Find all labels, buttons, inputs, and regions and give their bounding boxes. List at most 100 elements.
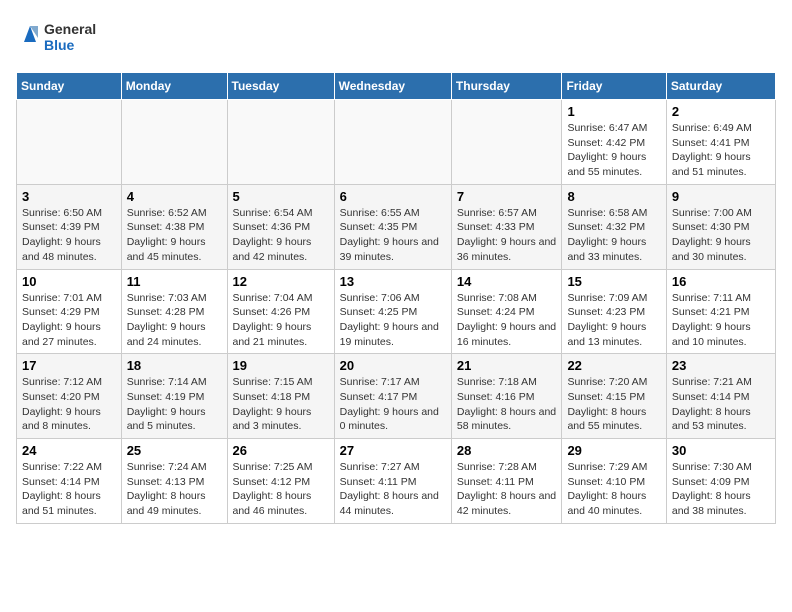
day-number: 23 <box>672 358 770 373</box>
calendar-header-cell: Thursday <box>451 73 562 100</box>
calendar-header-cell: Monday <box>121 73 227 100</box>
day-number: 15 <box>567 274 660 289</box>
day-info: Sunrise: 7:11 AMSunset: 4:21 PMDaylight:… <box>672 291 770 350</box>
day-info: Sunrise: 7:17 AMSunset: 4:17 PMDaylight:… <box>340 375 446 434</box>
calendar-day-cell: 18 Sunrise: 7:14 AMSunset: 4:19 PMDayligh… <box>121 354 227 439</box>
day-number: 7 <box>457 189 557 204</box>
calendar-day-cell: 8Sunrise: 6:58 AMSunset: 4:32 PMDaylight… <box>562 184 666 269</box>
day-info: Sunrise: 7:08 AMSunset: 4:24 PMDaylight:… <box>457 291 557 350</box>
day-info: Sunrise: 7:30 AMSunset: 4:09 PMDaylight:… <box>672 460 770 519</box>
calendar-day-cell: 20 Sunrise: 7:17 AMSunset: 4:17 PMDayligh… <box>334 354 451 439</box>
day-info: Sunrise: 7:21 AMSunset: 4:14 PMDaylight:… <box>672 375 770 434</box>
day-info: Sunrise: 6:54 AMSunset: 4:36 PMDaylight:… <box>233 206 329 265</box>
day-number: 13 <box>340 274 446 289</box>
calendar-day-cell: 13Sunrise: 7:06 AMSunset: 4:25 PMDayligh… <box>334 269 451 354</box>
day-number: 12 <box>233 274 329 289</box>
calendar-day-cell: 25Sunrise: 7:24 AMSunset: 4:13 PMDayligh… <box>121 439 227 524</box>
day-info: Sunrise: 7:01 AMSunset: 4:29 PMDaylight:… <box>22 291 116 350</box>
calendar-day-cell: 9Sunrise: 7:00 AMSunset: 4:30 PMDaylight… <box>666 184 775 269</box>
day-info: Sunrise: 7:09 AMSunset: 4:23 PMDaylight:… <box>567 291 660 350</box>
calendar-day-cell: 16 Sunrise: 7:11 AMSunset: 4:21 PMDayligh… <box>666 269 775 354</box>
day-info: Sunrise: 6:50 AMSunset: 4:39 PMDaylight:… <box>22 206 116 265</box>
day-info: Sunrise: 7:29 AMSunset: 4:10 PMDaylight:… <box>567 460 660 519</box>
day-info: Sunrise: 6:49 AMSunset: 4:41 PMDaylight:… <box>672 121 770 180</box>
day-number: 29 <box>567 443 660 458</box>
day-number: 28 <box>457 443 557 458</box>
calendar-week-row: 1Sunrise: 6:47 AMSunset: 4:42 PMDaylight… <box>17 100 776 185</box>
calendar-day-cell: 19Sunrise: 7:15 AMSunset: 4:18 PMDayligh… <box>227 354 334 439</box>
day-number: 8 <box>567 189 660 204</box>
calendar-day-cell: 5 Sunrise: 6:54 AMSunset: 4:36 PMDaylight… <box>227 184 334 269</box>
logo-svg: General Blue <box>16 16 106 60</box>
calendar-week-row: 10 Sunrise: 7:01 AMSunset: 4:29 PMDayligh… <box>17 269 776 354</box>
calendar-day-cell <box>227 100 334 185</box>
day-info: Sunrise: 6:47 AMSunset: 4:42 PMDaylight:… <box>567 121 660 180</box>
calendar-day-cell: 27 Sunrise: 7:27 AMSunset: 4:11 PMDayligh… <box>334 439 451 524</box>
day-info: Sunrise: 7:20 AMSunset: 4:15 PMDaylight:… <box>567 375 660 434</box>
calendar-header-row: SundayMondayTuesdayWednesdayThursdayFrid… <box>17 73 776 100</box>
day-number: 2 <box>672 104 770 119</box>
svg-text:General: General <box>44 21 96 37</box>
calendar-table: SundayMondayTuesdayWednesdayThursdayFrid… <box>16 72 776 524</box>
calendar-day-cell: 23 Sunrise: 7:21 AMSunset: 4:14 PMDayligh… <box>666 354 775 439</box>
day-number: 6 <box>340 189 446 204</box>
day-number: 10 <box>22 274 116 289</box>
calendar-day-cell <box>451 100 562 185</box>
day-number: 19 <box>233 358 329 373</box>
logo: General Blue <box>16 16 106 60</box>
day-number: 5 <box>233 189 329 204</box>
calendar-day-cell: 15 Sunrise: 7:09 AMSunset: 4:23 PMDayligh… <box>562 269 666 354</box>
calendar-day-cell: 21 Sunrise: 7:18 AMSunset: 4:16 PMDayligh… <box>451 354 562 439</box>
calendar-day-cell <box>17 100 122 185</box>
calendar-day-cell: 22 Sunrise: 7:20 AMSunset: 4:15 PMDayligh… <box>562 354 666 439</box>
calendar-body: 1Sunrise: 6:47 AMSunset: 4:42 PMDaylight… <box>17 100 776 524</box>
calendar-header-cell: Wednesday <box>334 73 451 100</box>
day-number: 3 <box>22 189 116 204</box>
day-number: 24 <box>22 443 116 458</box>
calendar-header-cell: Saturday <box>666 73 775 100</box>
day-info: Sunrise: 7:18 AMSunset: 4:16 PMDaylight:… <box>457 375 557 434</box>
calendar-day-cell: 29 Sunrise: 7:29 AMSunset: 4:10 PMDayligh… <box>562 439 666 524</box>
calendar-week-row: 24 Sunrise: 7:22 AMSunset: 4:14 PMDayligh… <box>17 439 776 524</box>
day-info: Sunrise: 7:22 AMSunset: 4:14 PMDaylight:… <box>22 460 116 519</box>
svg-text:Blue: Blue <box>44 37 75 53</box>
day-number: 14 <box>457 274 557 289</box>
calendar-header-cell: Tuesday <box>227 73 334 100</box>
day-number: 21 <box>457 358 557 373</box>
day-info: Sunrise: 7:28 AMSunset: 4:11 PMDaylight:… <box>457 460 557 519</box>
day-info: Sunrise: 7:12 AMSunset: 4:20 PMDaylight:… <box>22 375 116 434</box>
day-info: Sunrise: 6:55 AMSunset: 4:35 PMDaylight:… <box>340 206 446 265</box>
page-header: General Blue <box>16 16 776 60</box>
calendar-week-row: 17 Sunrise: 7:12 AMSunset: 4:20 PMDayligh… <box>17 354 776 439</box>
day-number: 9 <box>672 189 770 204</box>
calendar-day-cell: 7 Sunrise: 6:57 AMSunset: 4:33 PMDaylight… <box>451 184 562 269</box>
day-number: 18 <box>127 358 222 373</box>
day-number: 20 <box>340 358 446 373</box>
day-number: 17 <box>22 358 116 373</box>
day-info: Sunrise: 7:04 AMSunset: 4:26 PMDaylight:… <box>233 291 329 350</box>
day-number: 22 <box>567 358 660 373</box>
day-info: Sunrise: 7:25 AMSunset: 4:12 PMDaylight:… <box>233 460 329 519</box>
calendar-week-row: 3 Sunrise: 6:50 AMSunset: 4:39 PMDaylight… <box>17 184 776 269</box>
calendar-day-cell: 14 Sunrise: 7:08 AMSunset: 4:24 PMDayligh… <box>451 269 562 354</box>
calendar-day-cell: 1Sunrise: 6:47 AMSunset: 4:42 PMDaylight… <box>562 100 666 185</box>
day-number: 16 <box>672 274 770 289</box>
day-number: 4 <box>127 189 222 204</box>
day-number: 27 <box>340 443 446 458</box>
day-number: 30 <box>672 443 770 458</box>
day-info: Sunrise: 6:52 AMSunset: 4:38 PMDaylight:… <box>127 206 222 265</box>
calendar-day-cell: 24 Sunrise: 7:22 AMSunset: 4:14 PMDayligh… <box>17 439 122 524</box>
calendar-header-cell: Friday <box>562 73 666 100</box>
calendar-day-cell <box>121 100 227 185</box>
calendar-day-cell: 10 Sunrise: 7:01 AMSunset: 4:29 PMDayligh… <box>17 269 122 354</box>
day-info: Sunrise: 7:14 AMSunset: 4:19 PMDaylight:… <box>127 375 222 434</box>
calendar-day-cell: 6 Sunrise: 6:55 AMSunset: 4:35 PMDaylight… <box>334 184 451 269</box>
calendar-day-cell: 17 Sunrise: 7:12 AMSunset: 4:20 PMDayligh… <box>17 354 122 439</box>
day-info: Sunrise: 7:27 AMSunset: 4:11 PMDaylight:… <box>340 460 446 519</box>
day-number: 11 <box>127 274 222 289</box>
calendar-day-cell <box>334 100 451 185</box>
day-info: Sunrise: 7:24 AMSunset: 4:13 PMDaylight:… <box>127 460 222 519</box>
calendar-day-cell: 28 Sunrise: 7:28 AMSunset: 4:11 PMDayligh… <box>451 439 562 524</box>
calendar-day-cell: 12 Sunrise: 7:04 AMSunset: 4:26 PMDayligh… <box>227 269 334 354</box>
day-info: Sunrise: 6:57 AMSunset: 4:33 PMDaylight:… <box>457 206 557 265</box>
